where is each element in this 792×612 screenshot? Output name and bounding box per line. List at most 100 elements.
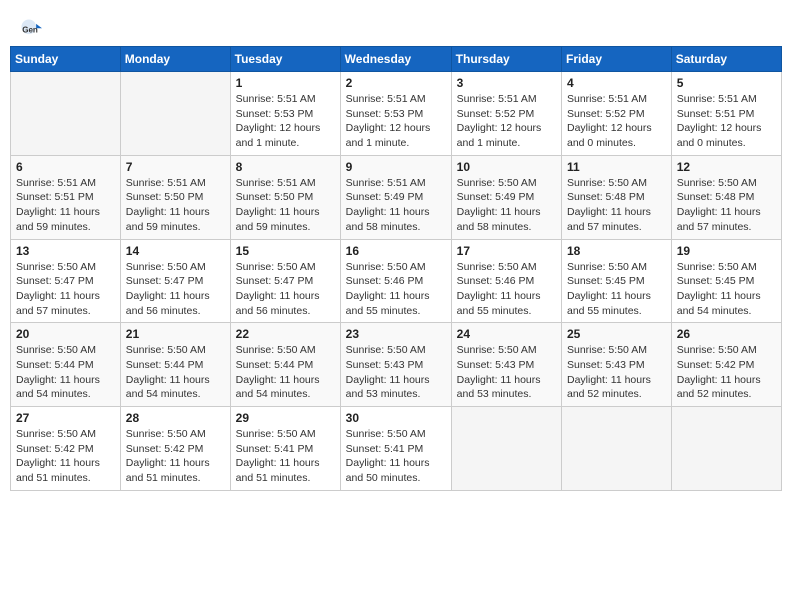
- day-number: 16: [346, 244, 446, 258]
- weekday-header-monday: Monday: [120, 47, 230, 72]
- day-number: 14: [126, 244, 225, 258]
- day-info: Sunrise: 5:51 AM Sunset: 5:53 PM Dayligh…: [236, 92, 335, 151]
- day-info: Sunrise: 5:51 AM Sunset: 5:50 PM Dayligh…: [236, 176, 335, 235]
- day-info: Sunrise: 5:50 AM Sunset: 5:43 PM Dayligh…: [457, 343, 556, 402]
- day-info: Sunrise: 5:50 AM Sunset: 5:42 PM Dayligh…: [126, 427, 225, 486]
- weekday-header-thursday: Thursday: [451, 47, 561, 72]
- weekday-header-saturday: Saturday: [671, 47, 781, 72]
- calendar-header: SundayMondayTuesdayWednesdayThursdayFrid…: [11, 47, 782, 72]
- calendar-cell: 29 Sunrise: 5:50 AM Sunset: 5:41 PM Dayli…: [230, 407, 340, 491]
- day-info: Sunrise: 5:51 AM Sunset: 5:53 PM Dayligh…: [346, 92, 446, 151]
- calendar-cell: 23 Sunrise: 5:50 AM Sunset: 5:43 PM Dayli…: [340, 323, 451, 407]
- day-number: 22: [236, 327, 335, 341]
- calendar-week-2: 6 Sunrise: 5:51 AM Sunset: 5:51 PM Daylig…: [11, 155, 782, 239]
- calendar-cell: 15 Sunrise: 5:50 AM Sunset: 5:47 PM Dayli…: [230, 239, 340, 323]
- day-number: 18: [567, 244, 666, 258]
- weekday-header-row: SundayMondayTuesdayWednesdayThursdayFrid…: [11, 47, 782, 72]
- calendar-cell: 19 Sunrise: 5:50 AM Sunset: 5:45 PM Dayli…: [671, 239, 781, 323]
- day-info: Sunrise: 5:50 AM Sunset: 5:41 PM Dayligh…: [346, 427, 446, 486]
- calendar-week-4: 20 Sunrise: 5:50 AM Sunset: 5:44 PM Dayli…: [11, 323, 782, 407]
- calendar-cell: 16 Sunrise: 5:50 AM Sunset: 5:46 PM Dayli…: [340, 239, 451, 323]
- calendar-cell: 1 Sunrise: 5:51 AM Sunset: 5:53 PM Daylig…: [230, 72, 340, 156]
- day-number: 6: [16, 160, 115, 174]
- day-info: Sunrise: 5:50 AM Sunset: 5:44 PM Dayligh…: [126, 343, 225, 402]
- day-number: 5: [677, 76, 776, 90]
- day-number: 7: [126, 160, 225, 174]
- calendar-cell: 10Sunrise: 5:50 AM Sunset: 5:49 PM Dayli…: [451, 155, 561, 239]
- calendar-body: 1 Sunrise: 5:51 AM Sunset: 5:53 PM Daylig…: [11, 72, 782, 491]
- day-number: 27: [16, 411, 115, 425]
- day-number: 8: [236, 160, 335, 174]
- day-info: Sunrise: 5:50 AM Sunset: 5:44 PM Dayligh…: [16, 343, 115, 402]
- day-info: Sunrise: 5:50 AM Sunset: 5:43 PM Dayligh…: [567, 343, 666, 402]
- day-number: 9: [346, 160, 446, 174]
- calendar-cell: 21 Sunrise: 5:50 AM Sunset: 5:44 PM Dayli…: [120, 323, 230, 407]
- calendar-cell: 13 Sunrise: 5:50 AM Sunset: 5:47 PM Dayli…: [11, 239, 121, 323]
- weekday-header-friday: Friday: [562, 47, 672, 72]
- day-info: Sunrise: 5:51 AM Sunset: 5:49 PM Dayligh…: [346, 176, 446, 235]
- day-info: Sunrise: 5:50 AM Sunset: 5:46 PM Dayligh…: [457, 260, 556, 319]
- day-number: 19: [677, 244, 776, 258]
- calendar-cell: 18 Sunrise: 5:50 AM Sunset: 5:45 PM Dayli…: [562, 239, 672, 323]
- day-number: 1: [236, 76, 335, 90]
- day-number: 15: [236, 244, 335, 258]
- calendar-cell: 8 Sunrise: 5:51 AM Sunset: 5:50 PM Daylig…: [230, 155, 340, 239]
- calendar-cell: 7Sunrise: 5:51 AM Sunset: 5:50 PM Daylig…: [120, 155, 230, 239]
- logo: Gen: [20, 18, 46, 40]
- day-number: 4: [567, 76, 666, 90]
- day-number: 13: [16, 244, 115, 258]
- day-info: Sunrise: 5:51 AM Sunset: 5:51 PM Dayligh…: [677, 92, 776, 151]
- day-number: 24: [457, 327, 556, 341]
- day-number: 12: [677, 160, 776, 174]
- calendar-cell: [562, 407, 672, 491]
- calendar-cell: 30 Sunrise: 5:50 AM Sunset: 5:41 PM Dayli…: [340, 407, 451, 491]
- day-number: 30: [346, 411, 446, 425]
- day-number: 11: [567, 160, 666, 174]
- calendar-cell: 2 Sunrise: 5:51 AM Sunset: 5:53 PM Daylig…: [340, 72, 451, 156]
- day-info: Sunrise: 5:51 AM Sunset: 5:51 PM Dayligh…: [16, 176, 115, 235]
- day-info: Sunrise: 5:50 AM Sunset: 5:43 PM Dayligh…: [346, 343, 446, 402]
- day-number: 21: [126, 327, 225, 341]
- day-info: Sunrise: 5:51 AM Sunset: 5:52 PM Dayligh…: [567, 92, 666, 151]
- calendar-week-1: 1 Sunrise: 5:51 AM Sunset: 5:53 PM Daylig…: [11, 72, 782, 156]
- day-number: 3: [457, 76, 556, 90]
- day-info: Sunrise: 5:50 AM Sunset: 5:45 PM Dayligh…: [567, 260, 666, 319]
- calendar-cell: 4 Sunrise: 5:51 AM Sunset: 5:52 PM Daylig…: [562, 72, 672, 156]
- calendar-cell: 12Sunrise: 5:50 AM Sunset: 5:48 PM Dayli…: [671, 155, 781, 239]
- calendar-cell: 24 Sunrise: 5:50 AM Sunset: 5:43 PM Dayli…: [451, 323, 561, 407]
- weekday-header-wednesday: Wednesday: [340, 47, 451, 72]
- day-number: 2: [346, 76, 446, 90]
- day-info: Sunrise: 5:50 AM Sunset: 5:49 PM Dayligh…: [457, 176, 556, 235]
- calendar-cell: 9 Sunrise: 5:51 AM Sunset: 5:49 PM Daylig…: [340, 155, 451, 239]
- calendar-cell: 22Sunrise: 5:50 AM Sunset: 5:44 PM Dayli…: [230, 323, 340, 407]
- day-info: Sunrise: 5:50 AM Sunset: 5:42 PM Dayligh…: [677, 343, 776, 402]
- day-number: 17: [457, 244, 556, 258]
- calendar-cell: 27 Sunrise: 5:50 AM Sunset: 5:42 PM Dayli…: [11, 407, 121, 491]
- day-info: Sunrise: 5:50 AM Sunset: 5:47 PM Dayligh…: [126, 260, 225, 319]
- day-number: 26: [677, 327, 776, 341]
- weekday-header-tuesday: Tuesday: [230, 47, 340, 72]
- calendar-cell: 28 Sunrise: 5:50 AM Sunset: 5:42 PM Dayli…: [120, 407, 230, 491]
- day-number: 23: [346, 327, 446, 341]
- calendar-cell: [671, 407, 781, 491]
- day-info: Sunrise: 5:50 AM Sunset: 5:47 PM Dayligh…: [236, 260, 335, 319]
- logo-icon: Gen: [20, 18, 42, 40]
- day-info: Sunrise: 5:50 AM Sunset: 5:41 PM Dayligh…: [236, 427, 335, 486]
- calendar-cell: 14 Sunrise: 5:50 AM Sunset: 5:47 PM Dayli…: [120, 239, 230, 323]
- calendar-cell: 17 Sunrise: 5:50 AM Sunset: 5:46 PM Dayli…: [451, 239, 561, 323]
- calendar-cell: 5 Sunrise: 5:51 AM Sunset: 5:51 PM Daylig…: [671, 72, 781, 156]
- day-number: 29: [236, 411, 335, 425]
- calendar-cell: [11, 72, 121, 156]
- day-number: 25: [567, 327, 666, 341]
- calendar-week-3: 13 Sunrise: 5:50 AM Sunset: 5:47 PM Dayli…: [11, 239, 782, 323]
- calendar-cell: 11Sunrise: 5:50 AM Sunset: 5:48 PM Dayli…: [562, 155, 672, 239]
- day-number: 20: [16, 327, 115, 341]
- calendar: SundayMondayTuesdayWednesdayThursdayFrid…: [10, 46, 782, 491]
- day-info: Sunrise: 5:50 AM Sunset: 5:47 PM Dayligh…: [16, 260, 115, 319]
- day-info: Sunrise: 5:50 AM Sunset: 5:42 PM Dayligh…: [16, 427, 115, 486]
- calendar-cell: 26 Sunrise: 5:50 AM Sunset: 5:42 PM Dayli…: [671, 323, 781, 407]
- day-info: Sunrise: 5:50 AM Sunset: 5:46 PM Dayligh…: [346, 260, 446, 319]
- calendar-cell: 6 Sunrise: 5:51 AM Sunset: 5:51 PM Daylig…: [11, 155, 121, 239]
- day-number: 28: [126, 411, 225, 425]
- day-info: Sunrise: 5:50 AM Sunset: 5:45 PM Dayligh…: [677, 260, 776, 319]
